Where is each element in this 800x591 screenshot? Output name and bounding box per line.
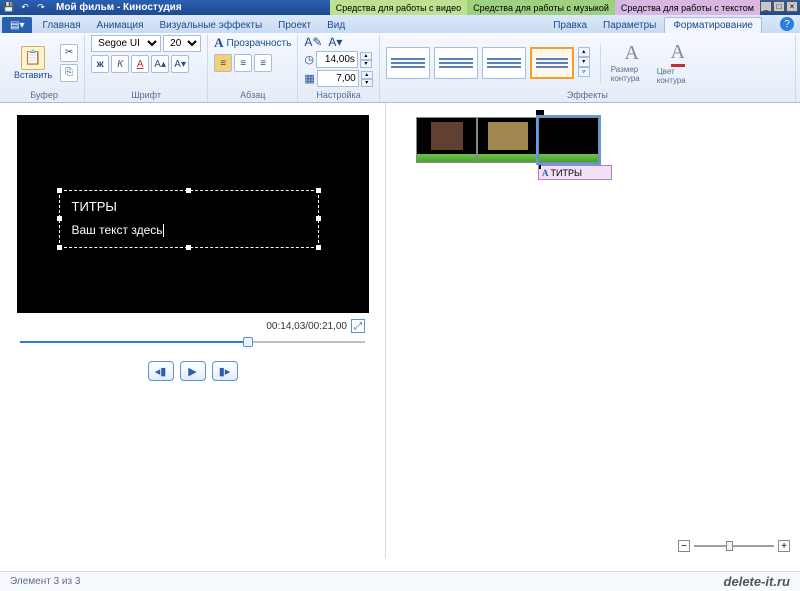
- timeline-track[interactable]: [416, 117, 788, 163]
- watermark: delete-it.ru: [724, 574, 790, 589]
- font-family-select[interactable]: Segoe UI: [91, 35, 161, 52]
- status-text: Элемент 3 из 3: [10, 576, 80, 587]
- file-menu-button[interactable]: ▤▾: [2, 17, 32, 33]
- group-paragraph: A Прозрачность ≡ ≡ ≡ Абзац: [208, 35, 298, 102]
- context-tab-video[interactable]: Средства для работы с видео: [330, 0, 467, 15]
- align-left-button[interactable]: ≡: [214, 54, 232, 72]
- minimize-button[interactable]: _: [760, 1, 772, 12]
- qat-save-icon[interactable]: 💾: [2, 2, 16, 14]
- file-menu-icon: ▤: [10, 20, 19, 31]
- paste-button[interactable]: 📋 Вставить: [10, 44, 56, 82]
- shrink-font-button[interactable]: A▾: [171, 55, 189, 73]
- caption-clip[interactable]: ТИТРЫ: [538, 165, 612, 180]
- window-controls: _ □ ×: [760, 1, 798, 12]
- outline-color-button[interactable]: A Цвет контура: [657, 41, 699, 85]
- prev-frame-button[interactable]: ◂▮: [148, 361, 174, 381]
- align-right-button[interactable]: ≡: [254, 54, 272, 72]
- clip-2[interactable]: [477, 117, 538, 163]
- caption-title: ТИТРЫ: [72, 199, 117, 214]
- start-spinner[interactable]: ▴▾: [361, 71, 373, 87]
- zoom-control: − +: [678, 540, 790, 552]
- playback-controls: ◂▮ ▶ ▮▸: [16, 361, 369, 381]
- bold-button[interactable]: ж: [91, 55, 109, 73]
- cut-button[interactable]: ✂: [60, 44, 78, 62]
- seek-slider[interactable]: [20, 337, 365, 347]
- clip-3-selected[interactable]: [538, 117, 599, 163]
- duration-input[interactable]: [316, 51, 358, 68]
- next-frame-button[interactable]: ▮▸: [212, 361, 238, 381]
- maximize-button[interactable]: □: [773, 1, 785, 12]
- tab-params[interactable]: Параметры: [595, 17, 664, 33]
- edit-text-button[interactable]: A✎: [304, 35, 322, 49]
- caption-body[interactable]: Ваш текст здесь: [72, 223, 164, 237]
- play-button[interactable]: ▶: [180, 361, 206, 381]
- status-bar: Элемент 3 из 3 delete-it.ru: [0, 571, 800, 591]
- align-center-button[interactable]: ≡: [234, 54, 252, 72]
- outline-color-icon: A: [671, 41, 685, 67]
- timecode: 00:14,03/00:21,00 ⤢: [16, 319, 369, 333]
- font-color-button[interactable]: A: [131, 55, 149, 73]
- transparency-button[interactable]: Прозрачность: [227, 38, 292, 49]
- group-buffer: 📋 Вставить ✂ ⎘ Буфер: [4, 35, 85, 102]
- tab-animation[interactable]: Анимация: [89, 17, 152, 33]
- grow-font-button[interactable]: A▴: [151, 55, 169, 73]
- group-setup: A✎ A▾ ◷ ▴▾ ▦ ▴▾ Настройка: [298, 35, 379, 102]
- italic-button[interactable]: К: [111, 55, 129, 73]
- bg-color-button[interactable]: A▾: [328, 35, 342, 49]
- copy-button[interactable]: ⎘: [60, 64, 78, 82]
- ribbon: 📋 Вставить ✂ ⎘ Буфер Segoe UI 20 ж К A A…: [0, 33, 800, 103]
- zoom-in-button[interactable]: +: [778, 540, 790, 552]
- effects-scroll[interactable]: ▴▾▿: [578, 47, 590, 79]
- effect-3[interactable]: [482, 47, 526, 79]
- video-preview[interactable]: ТИТРЫ Ваш текст здесь: [17, 115, 369, 313]
- ribbon-tabs: ▤▾ Главная Анимация Визуальные эффекты П…: [0, 15, 800, 33]
- outline-size-button[interactable]: A Размер контура: [611, 42, 653, 83]
- preview-pane: ТИТРЫ Ваш текст здесь 00:14,03/00:21,00 …: [0, 103, 385, 558]
- group-font: Segoe UI 20 ж К A A▴ A▾ Шрифт: [85, 35, 208, 102]
- qat-undo-icon[interactable]: ↶: [18, 2, 32, 14]
- title-bar: 💾 ↶ ↷ Мой фильм - Киностудия Средства дл…: [0, 0, 800, 15]
- context-tabs: Средства для работы с видео Средства для…: [330, 0, 760, 15]
- start-icon: ▦: [304, 72, 314, 85]
- tab-edit[interactable]: Правка: [545, 17, 595, 33]
- duration-spinner[interactable]: ▴▾: [360, 52, 372, 68]
- clip-1[interactable]: [416, 117, 477, 163]
- font-size-select[interactable]: 20: [163, 35, 201, 52]
- tab-format[interactable]: Форматирование: [664, 17, 762, 33]
- caption-textbox[interactable]: ТИТРЫ Ваш текст здесь: [59, 190, 319, 248]
- group-effects: ▴▾▿ A Размер контура A Цвет контура Эффе…: [380, 35, 796, 102]
- qat-redo-icon[interactable]: ↷: [34, 2, 48, 14]
- start-input[interactable]: [317, 70, 359, 87]
- tab-view[interactable]: Вид: [319, 17, 353, 33]
- fullscreen-button[interactable]: ⤢: [351, 319, 365, 333]
- transparency-icon: A: [214, 35, 223, 51]
- effects-gallery[interactable]: ▴▾▿: [386, 47, 590, 79]
- context-tab-music[interactable]: Средства для работы с музыкой: [467, 0, 615, 15]
- outline-size-icon: A: [625, 42, 639, 65]
- close-button[interactable]: ×: [786, 1, 798, 12]
- paste-icon: 📋: [21, 46, 45, 70]
- zoom-out-button[interactable]: −: [678, 540, 690, 552]
- workspace: ТИТРЫ Ваш текст здесь 00:14,03/00:21,00 …: [0, 103, 800, 558]
- effect-1[interactable]: [386, 47, 430, 79]
- zoom-slider[interactable]: [694, 545, 774, 547]
- quick-access-toolbar: 💾 ↶ ↷: [2, 2, 48, 14]
- tab-visual-fx[interactable]: Визуальные эффекты: [152, 17, 271, 33]
- effect-4-selected[interactable]: [530, 47, 574, 79]
- timeline-pane: ТИТРЫ − +: [385, 103, 800, 558]
- window-title: Мой фильм - Киностудия: [56, 2, 182, 13]
- tab-home[interactable]: Главная: [34, 17, 88, 33]
- effect-2[interactable]: [434, 47, 478, 79]
- context-tab-text[interactable]: Средства для работы с текстом: [615, 0, 760, 15]
- tab-project[interactable]: Проект: [270, 17, 319, 33]
- help-button[interactable]: ?: [780, 17, 794, 31]
- duration-icon: ◷: [304, 53, 314, 66]
